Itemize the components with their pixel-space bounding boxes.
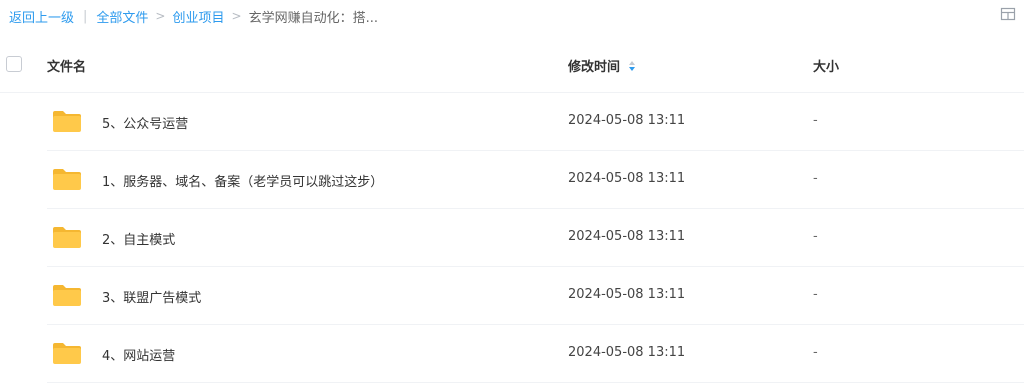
column-header-modified[interactable]: 修改时间 xyxy=(568,56,636,75)
column-header-modified-label: 修改时间 xyxy=(568,60,621,75)
breadcrumb-divider: | xyxy=(83,8,88,24)
file-name[interactable]: 2、自主模式 xyxy=(102,229,175,248)
breadcrumb-separator: > xyxy=(155,9,166,23)
breadcrumb-separator: > xyxy=(231,9,242,23)
file-name[interactable]: 4、网站运营 xyxy=(102,345,175,364)
file-name[interactable]: 3、联盟广告模式 xyxy=(102,287,201,306)
sort-updown-icon[interactable] xyxy=(628,60,636,72)
file-size: - xyxy=(813,345,818,360)
folder-icon xyxy=(53,111,81,132)
file-modified-time: 2024-05-08 13:11 xyxy=(568,229,686,244)
file-size: - xyxy=(813,171,818,186)
column-header-name[interactable]: 文件名 xyxy=(47,56,86,75)
breadcrumb-all-files[interactable]: 全部文件 xyxy=(96,7,148,26)
select-all-checkbox[interactable] xyxy=(6,56,22,72)
folder-icon xyxy=(53,343,81,364)
breadcrumb-parent[interactable]: 创业项目 xyxy=(172,7,224,26)
file-modified-time: 2024-05-08 13:11 xyxy=(568,113,686,128)
file-row[interactable]: 4、网站运营 2024-05-08 13:11 - xyxy=(47,325,1024,383)
file-modified-time: 2024-05-08 13:11 xyxy=(568,345,686,360)
folder-icon xyxy=(53,227,81,248)
file-size: - xyxy=(813,229,818,244)
file-row[interactable]: 2、自主模式 2024-05-08 13:11 - xyxy=(47,209,1024,267)
file-row[interactable]: 3、联盟广告模式 2024-05-08 13:11 - xyxy=(47,267,1024,325)
file-size: - xyxy=(813,287,818,302)
folder-icon xyxy=(53,285,81,306)
file-modified-time: 2024-05-08 13:11 xyxy=(568,171,686,186)
back-link[interactable]: 返回上一级 xyxy=(9,7,74,26)
breadcrumb: 返回上一级 | 全部文件 > 创业项目 > 玄学网赚自动化：搭... xyxy=(9,5,378,27)
file-modified-time: 2024-05-08 13:11 xyxy=(568,287,686,302)
file-name[interactable]: 1、服务器、域名、备案（老学员可以跳过这步） xyxy=(102,171,383,190)
file-name[interactable]: 5、公众号运营 xyxy=(102,113,188,132)
file-size: - xyxy=(813,113,818,128)
file-row[interactable]: 5、公众号运营 2024-05-08 13:11 - xyxy=(47,93,1024,151)
grid-icon[interactable] xyxy=(1000,6,1016,22)
breadcrumb-current: 玄学网赚自动化：搭... xyxy=(248,10,378,26)
file-row[interactable]: 1、服务器、域名、备案（老学员可以跳过这步） 2024-05-08 13:11 … xyxy=(47,151,1024,209)
column-header-size[interactable]: 大小 xyxy=(813,56,839,75)
folder-icon xyxy=(53,169,81,190)
table-header: 文件名 修改时间 大小 xyxy=(0,40,1024,93)
